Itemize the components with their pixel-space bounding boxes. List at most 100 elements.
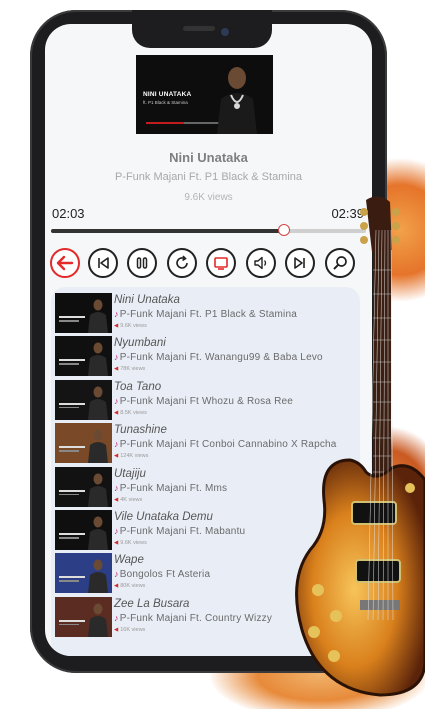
back-button[interactable] <box>50 248 80 278</box>
music-note-icon: ♪ <box>114 569 119 580</box>
playlist-item-views-text: 9.6K views <box>120 540 147 546</box>
playlist-item-title: Nyumbani <box>114 337 166 350</box>
playlist-item-views: ◀ 8.5K views <box>114 410 147 416</box>
views-icon: ◀ <box>114 366 119 373</box>
song-title: Nini Unataka <box>169 150 248 165</box>
playlist-item-artist-text: P-Funk Majani Ft. Mabantu <box>119 526 246 537</box>
artist-figure <box>88 603 108 637</box>
music-note-icon: ♪ <box>114 309 119 319</box>
playlist-item-views-text: 16K views <box>120 626 146 633</box>
playlist-item-views-text: 78K views <box>120 366 146 373</box>
playlist-item-views: ◀ 9.6K views <box>114 323 147 329</box>
video-thumbnail <box>55 293 112 333</box>
volume-icon <box>254 256 267 270</box>
playlist-item-artist: ♪P-Funk Majani Ft Whozu & Rosa Ree <box>114 396 293 407</box>
cover-accent-line <box>146 122 184 124</box>
artist-photo <box>217 67 257 134</box>
playlist-item-views: ◀ 16K views <box>114 627 145 633</box>
music-note-icon: ♪ <box>114 482 119 493</box>
playlist-item-views: ◀ 80K views <box>114 583 145 589</box>
music-note-icon: ♪ <box>114 439 119 450</box>
pause-icon <box>136 257 148 269</box>
playlist-item-views-text: 80K views <box>120 583 146 590</box>
artist-figure <box>88 516 108 550</box>
artist-figure <box>88 473 108 507</box>
playlist-item-title: Toa Tano <box>114 380 162 393</box>
playlist-item-artist-text: P-Funk Majani Ft. P1 Black & Stamina <box>119 309 297 320</box>
video-button[interactable] <box>206 248 236 278</box>
playlist-item-artist: ♪P-Funk Majani Ft. Mabantu <box>114 526 245 537</box>
video-icon <box>214 257 228 270</box>
thumbnail-caption-line <box>59 316 85 318</box>
thumbnail-caption-line <box>59 489 85 492</box>
music-note-icon: ♪ <box>114 395 119 406</box>
thumbnail-caption-line <box>59 446 85 449</box>
playlist-item-views: ◀ 78K views <box>114 366 145 372</box>
volume-button[interactable] <box>246 248 276 278</box>
thumbnail-caption-line <box>59 363 79 365</box>
music-note-icon: ♪ <box>114 526 119 536</box>
music-note-icon: ♪ <box>114 352 119 363</box>
video-thumbnail <box>55 379 112 420</box>
playlist-item-artist: ♪Bongolos Ft Asteria <box>114 569 210 580</box>
thumbnail-caption-line <box>59 537 79 539</box>
video-thumbnail <box>55 423 112 464</box>
artist-figure <box>88 342 108 377</box>
playlist-item-views-text: 124K views <box>120 453 149 460</box>
music-note-icon: ♪ <box>114 612 119 623</box>
views-icon: ◀ <box>114 540 119 546</box>
song-artist: P-Funk Majani Ft. P1 Black & Stamina <box>114 171 303 183</box>
thumbnail-caption-line <box>59 580 79 582</box>
artist-figure <box>88 386 108 420</box>
playlist-item-title: Wape <box>114 554 144 567</box>
playlist-item-views: ◀ 9.6K views <box>114 540 147 546</box>
cover-subtitle: ft. P1 Black & Stamina <box>143 100 188 105</box>
phone-speaker <box>183 26 215 31</box>
playlist-item-artist-text: Bongolos Ft Asteria <box>119 569 211 581</box>
repeat-icon <box>176 255 188 269</box>
pause-button[interactable] <box>127 248 157 278</box>
repeat-button[interactable] <box>167 248 197 278</box>
previous-button[interactable] <box>88 248 118 278</box>
video-thumbnail <box>55 336 112 377</box>
playlist-item-title: Zee La Busara <box>114 597 190 610</box>
back-icon <box>56 255 74 271</box>
playlist-item-views-text: 8.5K views <box>120 409 147 416</box>
thumbnail-caption-line <box>59 359 85 362</box>
video-thumbnail <box>55 553 112 594</box>
cover-title: NINI UNATAKA <box>143 91 192 98</box>
views-icon: ◀ <box>114 323 119 329</box>
seek-progress <box>51 229 285 233</box>
thumbnail-caption-line <box>59 406 79 409</box>
elapsed-time: 02:03 <box>52 206 85 221</box>
playlist-item-title: Tunashine <box>114 424 167 437</box>
app-showcase: NINI UNATAKA ft. P1 Black & Stamina Nini… <box>0 0 425 709</box>
playlist-item-artist: ♪P-Funk Majani Ft. Country Wizzy <box>114 613 272 624</box>
front-camera <box>221 28 229 36</box>
thumbnail-caption-line <box>59 450 79 452</box>
thumbnail-caption-line <box>59 619 85 622</box>
playlist-item-artist: ♪P-Funk Majani Ft. Mms <box>114 483 227 494</box>
guitar-illustration <box>295 196 425 697</box>
thumbnail-caption-line <box>59 533 85 535</box>
views-icon: ◀ <box>114 626 119 633</box>
playlist-item-title: Utajiju <box>114 467 146 480</box>
views-icon: ◀ <box>114 496 119 503</box>
thumbnail-caption-line <box>59 493 79 496</box>
video-thumbnail <box>55 510 112 550</box>
views-icon: ◀ <box>114 583 119 590</box>
thumbnail-caption-line <box>59 623 79 626</box>
playlist-item-views-text: 9.6K views <box>120 323 147 329</box>
album-cover: NINI UNATAKA ft. P1 Black & Stamina <box>136 55 273 134</box>
thumbnail-caption-line <box>59 576 85 579</box>
artist-figure <box>88 299 108 333</box>
video-thumbnail <box>55 466 112 507</box>
views-icon: ◀ <box>114 409 119 416</box>
artist-figure <box>88 559 108 594</box>
playlist-item-views: ◀ 4K views <box>114 497 142 503</box>
playlist-item-artist-text: P-Funk Majani Ft. Country Wizzy <box>119 612 273 624</box>
playlist-item-artist-text: P-Funk Majani Ft. Mms <box>119 482 228 494</box>
thumbnail-caption-line <box>59 402 85 405</box>
views-icon: ◀ <box>114 453 119 460</box>
artist-figure <box>88 429 108 464</box>
